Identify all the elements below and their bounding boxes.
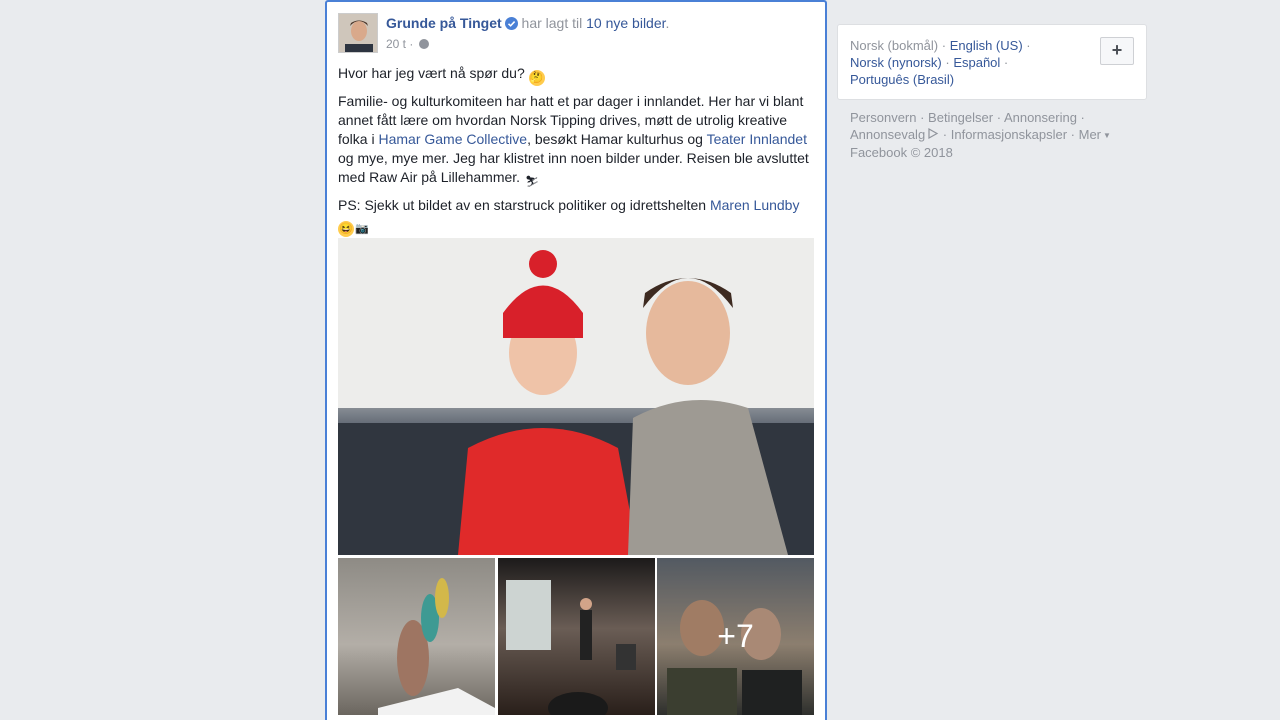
maren-lundby-link[interactable]: Maren Lundby bbox=[710, 197, 800, 213]
meta-separator: · bbox=[406, 37, 417, 51]
para2-text-b: , besøkt Hamar kulturhus og bbox=[527, 131, 707, 147]
lang-sep-1: · bbox=[938, 38, 950, 53]
stage-illustration bbox=[506, 580, 636, 715]
post-meta: 20 t · bbox=[386, 37, 429, 51]
author-name[interactable]: Grunde på Tinget bbox=[386, 15, 502, 31]
lang-sep-3: · bbox=[941, 55, 954, 70]
post-header: Grunde på Tinget har lagt til 10 nye bil… bbox=[386, 15, 669, 31]
new-photos-link[interactable]: 10 nye bilder bbox=[586, 15, 665, 31]
verified-badge-icon bbox=[504, 17, 518, 30]
mer-dropdown-caret-icon[interactable]: ▼ bbox=[1103, 131, 1111, 140]
language-selector-box: Norsk (bokmål) · English (US) · Norsk (n… bbox=[837, 24, 1147, 100]
language-list: Norsk (bokmål) · English (US) · Norsk (n… bbox=[850, 37, 1050, 88]
add-language-button[interactable]: + bbox=[1100, 37, 1134, 65]
current-language: Norsk (bokmål) bbox=[850, 38, 939, 53]
footer-link-annonsevalg[interactable]: Annonsevalg bbox=[850, 127, 925, 142]
language-portugues-brasil[interactable]: Português (Brasil) bbox=[850, 72, 954, 87]
post-text: Hvor har jeg vært nå spør du? 🤔 Familie-… bbox=[338, 64, 816, 243]
post-card: Grunde på Tinget har lagt til 10 nye bil… bbox=[325, 0, 827, 720]
para3-text: PS: Sjekk ut bildet av en starstruck pol… bbox=[338, 197, 710, 213]
hamar-game-collective-link[interactable]: Hamar Game Collective bbox=[378, 131, 527, 147]
more-photos-count[interactable]: +7 bbox=[657, 558, 814, 715]
skier-emoji-icon: ⛷ bbox=[524, 176, 539, 188]
post-timestamp[interactable]: 20 t bbox=[386, 37, 406, 51]
footer-link-mer[interactable]: Mer bbox=[1079, 127, 1101, 142]
post-line-1: Hvor har jeg vært nå spør du? 🤔 bbox=[338, 64, 816, 86]
para2-text-c: og mye, mye mer. Jeg har klistret inn no… bbox=[338, 150, 809, 185]
camera-emoji-icon: 📷 bbox=[355, 223, 369, 235]
language-espanol[interactable]: Español bbox=[953, 55, 1000, 70]
photo-illustration bbox=[338, 238, 814, 555]
footer-copyright: Facebook © 2018 bbox=[850, 145, 953, 160]
language-norsk-nynorsk[interactable]: Norsk (nynorsk) bbox=[850, 55, 942, 70]
post-paragraph-3: PS: Sjekk ut bildet av en starstruck pol… bbox=[338, 196, 816, 237]
thinking-emoji-icon: 🤔 bbox=[528, 70, 545, 86]
adchoices-icon bbox=[928, 127, 939, 140]
teater-innlandet-link[interactable]: Teater Innlandet bbox=[707, 131, 807, 147]
action-text: har lagt til bbox=[517, 15, 587, 31]
main-photo[interactable] bbox=[338, 238, 814, 555]
footer-link-betingelser[interactable]: Betingelser bbox=[928, 110, 993, 125]
author-avatar[interactable] bbox=[338, 13, 378, 53]
action-suffix: . bbox=[665, 15, 670, 31]
post-paragraph-2: Familie- og kulturkomiteen har hatt et p… bbox=[338, 92, 816, 190]
page-footer: Personvern · Betingelser · Annonsering ·… bbox=[850, 110, 1111, 160]
line1-text: Hvor har jeg vært nå spør du? bbox=[338, 65, 525, 81]
lang-sep-4: · bbox=[1000, 55, 1009, 70]
footer-link-personvern[interactable]: Personvern bbox=[850, 110, 916, 125]
photo-thumbnail-1[interactable] bbox=[338, 558, 495, 715]
laughing-emoji-icon: 😆 bbox=[338, 221, 354, 237]
lang-sep-2: · bbox=[1022, 38, 1031, 53]
globe-icon[interactable] bbox=[418, 39, 429, 49]
photo-thumbnail-3[interactable]: +7 bbox=[657, 558, 814, 715]
language-english-us[interactable]: English (US) bbox=[950, 38, 1023, 53]
footer-link-informasjonskapsler[interactable]: Informasjonskapsler bbox=[951, 127, 1067, 142]
photo-thumbnail-2[interactable] bbox=[498, 558, 655, 715]
footer-link-annonsering[interactable]: Annonsering bbox=[1004, 110, 1077, 125]
vases-illustration bbox=[378, 578, 495, 715]
